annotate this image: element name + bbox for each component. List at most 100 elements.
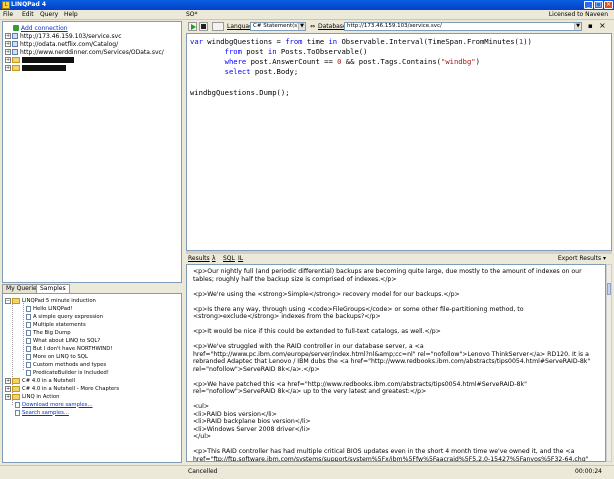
sample-item[interactable]: Multiple statements [26,321,86,328]
collapse-icon[interactable]: − [5,297,11,304]
expand-icon[interactable]: + [5,377,11,384]
database-select[interactable]: http://173.46.159.103/service.svc/ ▼ [344,22,582,31]
add-connection-link[interactable]: Add connection [21,25,68,32]
sample-item[interactable]: Hello LINQPad! [26,305,72,312]
connection-item[interactable]: + http://173.46.159.103/service.svc [5,32,122,40]
download-samples-link[interactable]: Download more samples... [22,402,93,408]
expand-icon[interactable]: + [5,49,11,55]
menu-file[interactable]: File [3,11,13,18]
result-line: <p>Is there any way, through using <code… [193,305,524,313]
result-line: tables; roughly half the backup size is … [193,275,397,283]
connection-item[interactable]: + http://www.nerddinner.com/Services/ODa… [5,48,164,56]
results-mode-button[interactable] [212,22,224,31]
query-doc-icon [26,353,31,360]
search-samples-link[interactable]: Search samples... [22,410,69,416]
result-line: <ul> [193,403,210,410]
download-samples-item[interactable]: Download more samples... [15,401,93,408]
code-line-3: where post.AnswerCount == 0 && post.Tags… [224,57,480,66]
tab-samples[interactable]: Samples [36,284,70,293]
query-doc-icon [26,337,31,344]
sample-label: A simple query expression [33,313,104,320]
sample-folder-label: LINQ in Action [22,393,60,400]
sample-label: Hello LINQPad! [33,305,73,312]
sample-item[interactable]: PredicateBuilder is Included! [26,369,109,376]
stop-button[interactable] [199,22,208,31]
scrollbar-thumb[interactable] [607,283,611,295]
result-line: <p>We've struggled with the RAID control… [193,343,424,350]
expand-icon[interactable]: + [5,385,11,392]
menu-query[interactable]: Query [40,11,58,18]
code-editor[interactable]: var windbgQuestions = from time in Obser… [186,33,612,251]
result-line: rel="nofollow">ServeRAID 8k</a>.</p> [193,365,320,373]
maximize-button[interactable]: □ [594,1,603,9]
folder-icon [12,393,20,400]
connection-label: http://odata.netflix.com/Catalog/ [20,40,119,48]
tab-results[interactable]: Results [188,255,210,262]
code-line-6: windbgQuestions.Dump(); [190,88,290,97]
menu-edit[interactable]: Edit [22,11,34,18]
sample-label: Multiple statements [33,321,86,328]
license-label: Licensed to Naveen [548,11,608,18]
sample-folder-item[interactable]: + C# 4.0 in a Nutshell [5,377,75,384]
samples-root-item[interactable]: − LINQPad 5 minute induction [5,297,96,304]
result-line: <li>RAID backplane bios version</li> [193,418,311,425]
play-icon [191,24,196,30]
chevron-down-icon: ▼ [298,23,305,30]
close-query-icon[interactable]: × [599,21,607,30]
database-label: Database [318,23,347,30]
expand-icon[interactable]: + [5,393,11,400]
expand-icon[interactable]: + [5,57,11,63]
add-connection-icon [13,25,19,31]
tab-il[interactable]: IL [238,255,243,262]
redacted-label [22,65,66,71]
result-line: <li>RAID bios version</li> [193,410,277,418]
query-doc-icon [26,329,31,336]
sample-folder-item[interactable]: + LINQ in Action [5,393,59,400]
sample-item[interactable]: What about LINQ to SQL? [26,337,100,344]
sample-label: More on LINQ to SQL [33,353,88,360]
sample-item[interactable]: The Big Dump [26,329,71,336]
connection-label: http://173.46.159.103/service.svc [20,32,122,40]
expand-icon[interactable]: + [5,65,11,71]
tree-line [23,303,24,370]
query-doc-icon [26,305,31,312]
minimize-button[interactable]: _ [584,1,593,9]
expand-icon[interactable]: + [5,41,11,47]
code-line-1: var windbgQuestions = from time in Obser… [190,37,532,46]
code-line-2: from post in Posts.ToObservable() [224,47,368,56]
query-tab[interactable]: SO* [186,11,200,20]
sample-folder-item[interactable]: + C# 4.0 in a Nutshell - More Chapters [5,385,119,392]
sample-label: What about LINQ to SQL? [33,337,101,344]
connection-item-redacted[interactable]: + [5,64,66,72]
execute-button[interactable] [188,22,197,31]
expand-icon[interactable]: + [5,33,11,39]
connection-item[interactable]: + http://odata.netflix.com/Catalog/ [5,40,118,48]
menu-help[interactable]: Help [64,11,78,18]
result-line: rebranded Adaptec that Lenovo / IBM dubs… [193,358,591,365]
query-doc-icon [26,361,31,368]
query-toolbar: Language C# Statement(s) ▼ ⇔ Database ht… [186,21,612,33]
sample-item[interactable]: But I don't have NORTHWIND! [26,345,112,352]
query-doc-icon [26,369,31,376]
tab-lambda[interactable]: λ [212,255,216,262]
sample-item[interactable]: A simple query expression [26,313,103,320]
sample-item[interactable]: Custom methods and types [26,361,106,368]
search-samples-item[interactable]: Search samples... [15,409,69,416]
result-line: </ul> [193,433,212,440]
result-line: href="http://www.pc.ibm.com/europe/serve… [193,350,589,358]
database-icon: ⇔ [310,23,316,30]
connection-item-redacted[interactable]: + [5,56,74,64]
pin-icon[interactable]: ▪ [588,22,596,31]
left-status-area [0,465,186,477]
close-button[interactable]: × [604,1,613,9]
tab-sql[interactable]: SQL [223,255,235,262]
add-connection-item[interactable]: Add connection [13,24,68,32]
result-line: <p>Our nightly full (and periodic differ… [193,268,582,275]
results-scrollbar[interactable] [606,264,612,462]
left-tab-strip: My Queries Samples [2,284,182,293]
query-doc-icon [26,321,31,328]
export-results-label: Export Results [557,255,602,262]
language-select[interactable]: C# Statement(s) ▼ [250,22,306,31]
sample-item[interactable]: More on LINQ to SQL [26,353,88,360]
export-results-button[interactable]: Export Results ▾ [558,255,606,262]
